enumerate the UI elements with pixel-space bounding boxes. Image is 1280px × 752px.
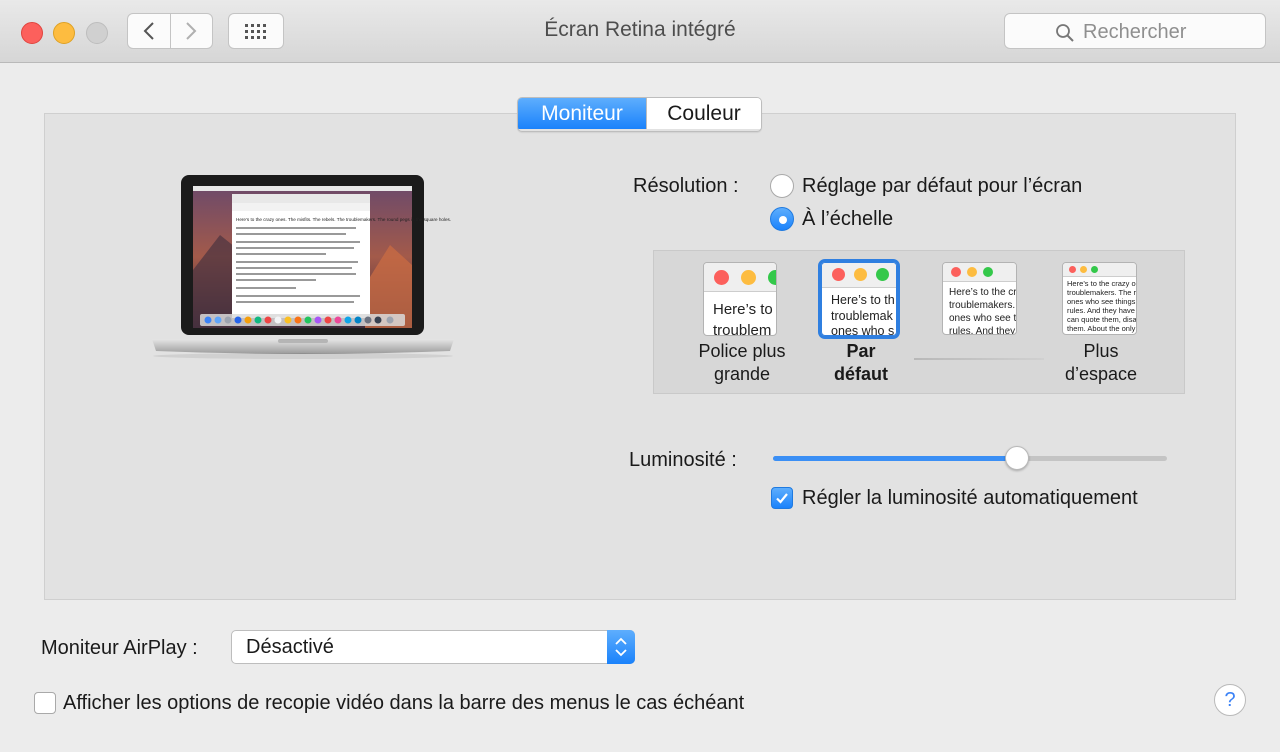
navigation-group <box>127 13 213 49</box>
updown-chevron-icon <box>607 630 635 664</box>
preview-text: Here’s to the cr troublemakers. ones who… <box>943 282 1016 335</box>
auto-brightness-checkbox[interactable] <box>771 487 793 509</box>
zoom-button[interactable] <box>86 22 108 44</box>
tab-bar: Moniteur Couleur <box>517 97 762 132</box>
radio-default-resolution[interactable] <box>770 174 794 198</box>
mirroring-label: Afficher les options de recopie vidéo da… <box>63 692 744 715</box>
close-button[interactable] <box>21 22 43 44</box>
mirroring-checkbox[interactable] <box>34 692 56 714</box>
scale-label-more-space: Plus d’espace <box>1041 340 1161 386</box>
airplay-select[interactable]: Désactivé <box>231 630 635 664</box>
preview-text: Here’s to t troublem <box>704 292 776 336</box>
scale-label-default: Par défaut <box>801 340 921 386</box>
chevron-left-icon <box>142 21 156 41</box>
forward-button[interactable] <box>170 14 213 48</box>
brightness-fill <box>773 456 1017 461</box>
help-button[interactable]: ? <box>1214 684 1246 716</box>
scale-option-medium[interactable]: Here’s to the cr troublemakers. ones who… <box>942 262 1017 335</box>
show-all-button[interactable] <box>228 13 284 49</box>
scale-label-line: Plus <box>1041 340 1161 363</box>
grid-icon <box>244 23 268 39</box>
search-placeholder: Rechercher <box>1083 21 1186 44</box>
scale-label-larger-text: Police plus grande <box>682 340 802 386</box>
back-button[interactable] <box>128 14 170 48</box>
scale-label-line: Police plus <box>682 340 802 363</box>
chevron-right-icon <box>184 21 198 41</box>
scale-option-larger-text[interactable]: Here’s to t troublem <box>703 262 777 336</box>
airplay-value: Désactivé <box>246 636 334 659</box>
scale-label-line: d’espace <box>1041 363 1161 386</box>
laptop-illustration: Here’s to the crazy ones. The misfits. T… <box>150 175 456 365</box>
radio-scaled-resolution[interactable] <box>770 207 794 231</box>
scale-label-line: défaut <box>801 363 921 386</box>
airplay-label: Moniteur AirPlay : <box>41 637 198 660</box>
scale-option-default[interactable]: Here’s to th troublemak ones who s <box>821 262 897 336</box>
checkmark-icon <box>775 491 789 505</box>
option-default-label: Réglage par défaut pour l’écran <box>802 175 1082 198</box>
tab-couleur[interactable]: Couleur <box>646 98 761 129</box>
window-title: Écran Retina intégré <box>440 18 840 42</box>
laptop-screen-text: Here’s to the crazy ones. The misfits. T… <box>236 217 451 222</box>
preview-text: Here’s to th troublemak ones who s <box>822 288 896 336</box>
scale-option-more-space[interactable]: Here’s to the crazy one troublemakers. T… <box>1062 262 1137 335</box>
resolution-label: Résolution : <box>633 175 739 198</box>
option-scaled-label: À l’échelle <box>802 208 893 231</box>
auto-brightness-label: Régler la luminosité automatiquement <box>802 487 1138 510</box>
tab-moniteur[interactable]: Moniteur <box>518 98 646 129</box>
search-field[interactable]: Rechercher <box>1004 13 1266 49</box>
search-icon <box>1055 23 1075 43</box>
scale-label-line: grande <box>682 363 802 386</box>
scale-divider <box>914 358 1044 360</box>
preview-text: Here’s to the crazy one troublemakers. T… <box>1063 277 1136 335</box>
scale-label-line: Par <box>801 340 921 363</box>
minimize-button[interactable] <box>53 22 75 44</box>
brightness-label: Luminosité : <box>629 449 737 472</box>
title-bar: Écran Retina intégré Rechercher <box>0 0 1280 63</box>
